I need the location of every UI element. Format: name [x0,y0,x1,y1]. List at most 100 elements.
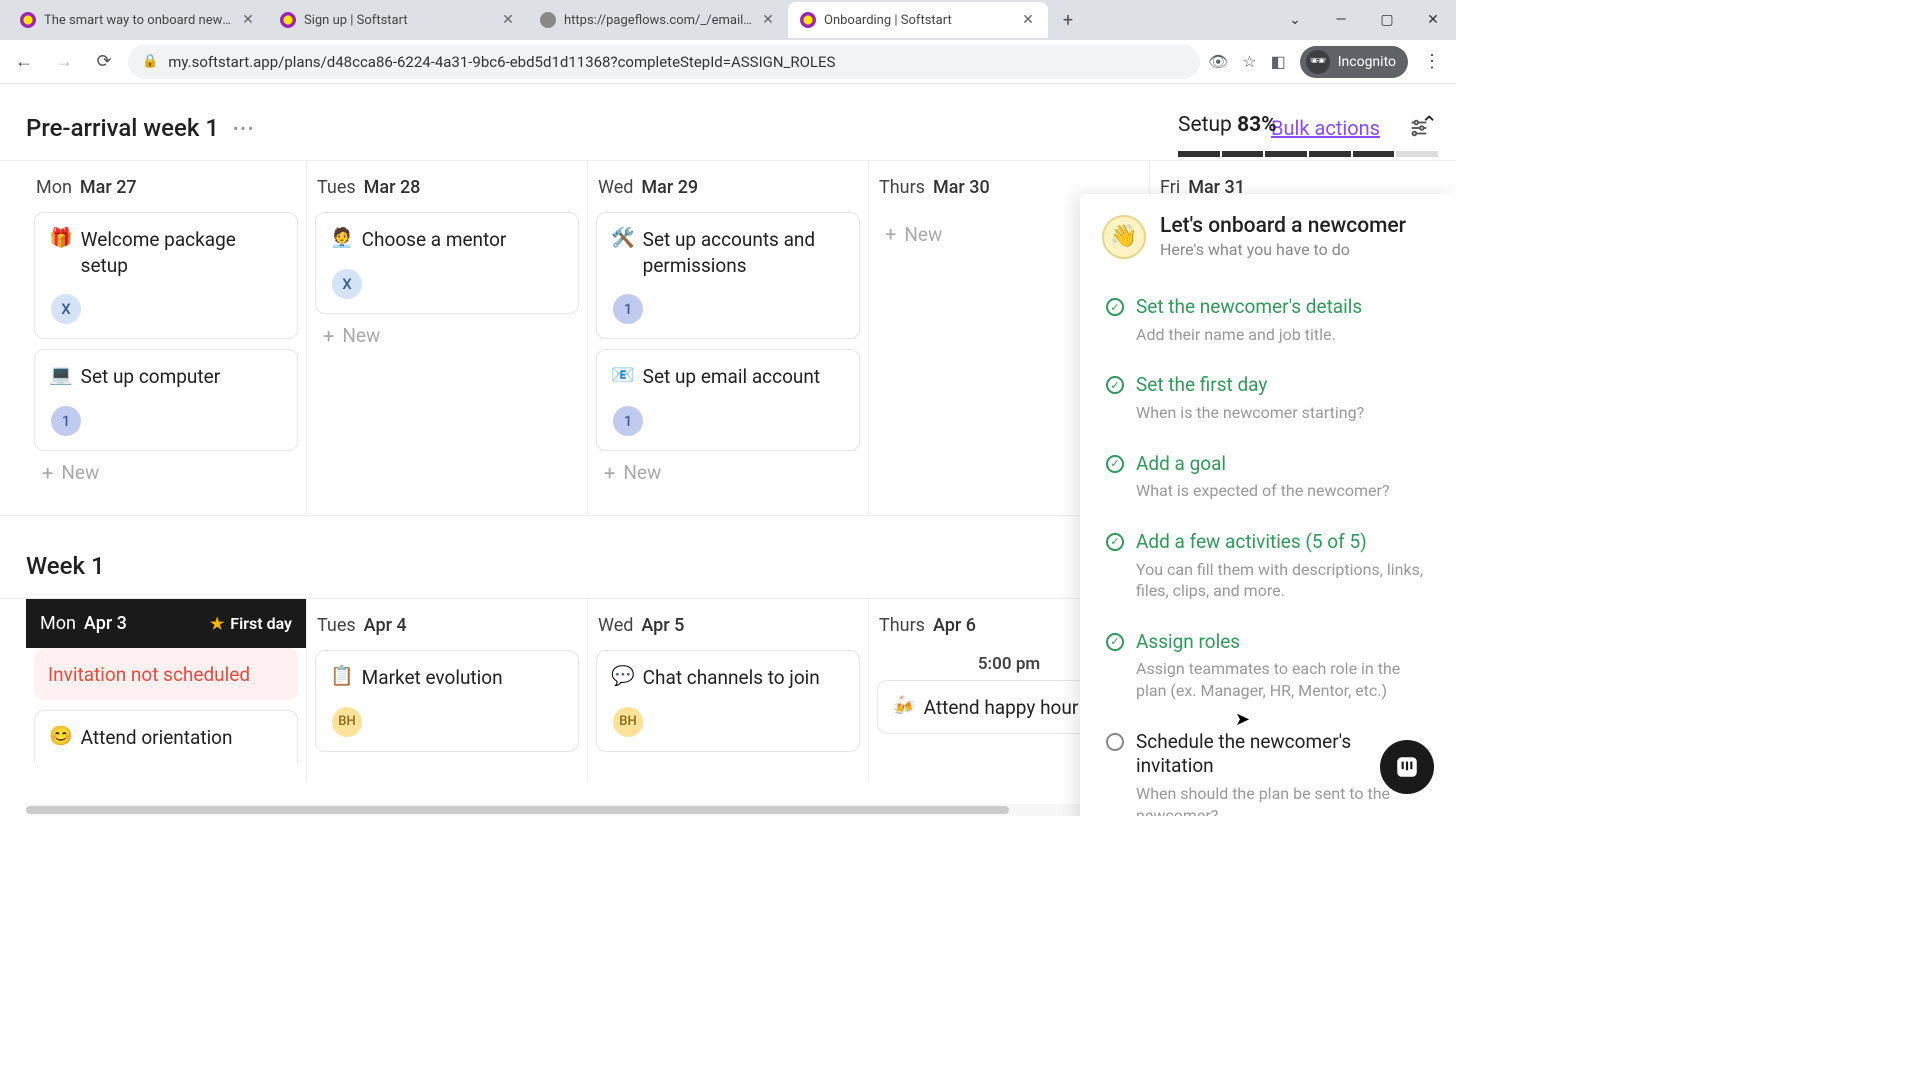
avatar[interactable]: X [49,292,83,326]
tools-icon: 🛠️ [611,227,635,250]
favicon-icon [20,12,36,28]
setup-percent: 83% [1237,113,1277,137]
tab-2[interactable]: https://pageflows.com/_/emails/ ✕ [528,2,788,38]
setup-progress [1178,151,1438,157]
tab-search-icon[interactable]: ⌄ [1272,0,1318,40]
plus-icon: + [323,324,334,348]
step-first-day[interactable]: ✓ Set the first dayWhen is the newcomer … [1102,359,1434,437]
close-icon[interactable]: ✕ [760,12,776,28]
close-icon[interactable]: ✕ [500,12,516,28]
forward-button[interactable]: → [48,46,80,78]
avatar[interactable]: 1 [611,404,645,438]
plus-icon: + [42,461,53,485]
task-card[interactable]: 😊Attend orientation [34,710,298,763]
check-icon: ✓ [1106,633,1124,651]
task-card[interactable]: 📋Market evolution BH [315,650,579,752]
check-icon: ✓ [1106,376,1124,394]
task-card[interactable]: 📧Set up email account 1 [596,349,860,451]
favicon-icon [280,12,296,28]
incognito-label: Incognito [1338,54,1396,70]
panel-icon[interactable]: ◧ [1271,52,1286,71]
add-task-button[interactable]: +New [323,324,571,348]
task-card[interactable]: 🎁Welcome package setup X [34,212,298,339]
close-window-icon[interactable]: ✕ [1410,0,1456,40]
plus-icon: + [604,461,615,485]
eye-off-icon[interactable]: 👁 [1208,52,1228,71]
invitation-warning[interactable]: Invitation not scheduled [34,648,298,700]
lock-icon: 🔒 [142,54,158,69]
add-task-button[interactable]: +New [42,461,290,485]
task-card[interactable]: 💻Set up computer 1 [34,349,298,451]
tab-1[interactable]: Sign up | Softstart ✕ [268,2,528,38]
smile-icon: 😊 [49,725,73,748]
section-title: Pre-arrival week 1 [26,114,219,142]
email-icon: 📧 [611,364,635,387]
avatar[interactable]: X [330,267,364,301]
task-card[interactable]: 🛠️Set up accounts and permissions 1 [596,212,860,339]
check-icon: ✓ [1106,455,1124,473]
chat-icon: 💬 [611,665,635,688]
tab-title: https://pageflows.com/_/emails/ [564,13,752,28]
favicon-icon [540,12,556,28]
task-card[interactable]: 💬Chat channels to join BH [596,650,860,752]
beers-icon: 🍻 [892,695,916,718]
day-column: TuesMar 28 🧑‍💼Choose a mentor X +New [307,161,588,515]
day-column: TuesApr 4 📋Market evolution BH [307,599,588,782]
add-task-button[interactable]: +New [604,461,852,485]
url-text: my.softstart.app/plans/d48cca86-6224-4a3… [168,53,835,71]
day-column: MonApr 3 ★First day Invitation not sched… [26,599,307,782]
favicon-icon [800,12,816,28]
browser-chrome: The smart way to onboard new h ✕ Sign up… [0,0,1456,84]
intercom-chat-button[interactable] [1380,740,1434,794]
mentor-icon: 🧑‍💼 [330,227,354,250]
star-icon: ★ [210,614,224,633]
setup-label: Setup [1178,113,1232,137]
reload-button[interactable]: ⟳ [88,46,120,78]
address-bar[interactable]: 🔒 my.softstart.app/plans/d48cca86-6224-4… [128,45,1200,79]
back-button[interactable]: ← [8,46,40,78]
check-icon: ✓ [1106,298,1124,316]
avatar[interactable]: BH [611,705,645,739]
check-icon: ✓ [1106,533,1124,551]
incognito-badge[interactable]: 🕶 Incognito [1300,46,1408,78]
app-body: Setup 83% ⌃ Pre-arrival week 1 ••• Bulk … [0,84,1456,816]
avatar[interactable]: 1 [611,292,645,326]
tab-0[interactable]: The smart way to onboard new h ✕ [8,2,268,38]
popup-subtitle: Here's what you have to do [1160,240,1406,259]
tab-title: Onboarding | Softstart [824,13,1012,28]
clipboard-icon: 📋 [330,665,354,688]
day-column: WedApr 5 💬Chat channels to join BH [588,599,869,782]
close-icon[interactable]: ✕ [1020,12,1036,28]
incognito-icon: 🕶 [1306,50,1330,74]
onboarding-checklist-popup: 👋 Let's onboard a newcomer Here's what y… [1080,194,1456,816]
avatar[interactable]: 1 [49,404,83,438]
gift-icon: 🎁 [49,227,73,250]
step-newcomer-details[interactable]: ✓ Set the newcomer's detailsAdd their na… [1102,281,1434,359]
day-column: MonMar 27 🎁Welcome package setup X 💻Set … [26,161,307,515]
tab-title: Sign up | Softstart [304,13,492,28]
avatar[interactable]: BH [330,705,364,739]
circle-icon: ✓ [1106,733,1124,751]
plus-icon: + [885,222,896,246]
menu-button[interactable]: ⋮ [1416,51,1448,72]
setup-widget[interactable]: Setup 83% ⌃ [1178,112,1438,157]
tab-title: The smart way to onboard new h [44,13,232,28]
popup-title: Let's onboard a newcomer [1160,214,1406,238]
chevron-up-icon[interactable]: ⌃ [1420,112,1438,137]
bookmark-icon[interactable]: ☆ [1242,52,1256,71]
step-add-goal[interactable]: ✓ Add a goalWhat is expected of the newc… [1102,438,1434,516]
task-card[interactable]: 🧑‍💼Choose a mentor X [315,212,579,314]
minimize-icon[interactable]: — [1318,0,1364,40]
more-icon[interactable]: ••• [233,119,255,138]
section-title: Week 1 [26,552,105,580]
laptop-icon: 💻 [49,364,73,387]
tab-3[interactable]: Onboarding | Softstart ✕ [788,2,1048,38]
step-assign-roles[interactable]: ✓ Assign rolesAssign teammates to each r… [1102,616,1434,716]
new-tab-button[interactable]: + [1054,6,1082,34]
maximize-icon[interactable]: ▢ [1364,0,1410,40]
wave-icon: 👋 [1102,215,1146,259]
tab-strip: The smart way to onboard new h ✕ Sign up… [0,0,1456,40]
browser-toolbar: ← → ⟳ 🔒 my.softstart.app/plans/d48cca86-… [0,40,1456,84]
close-icon[interactable]: ✕ [240,12,256,28]
step-add-activities[interactable]: ✓ Add a few activities (5 of 5)You can f… [1102,516,1434,616]
